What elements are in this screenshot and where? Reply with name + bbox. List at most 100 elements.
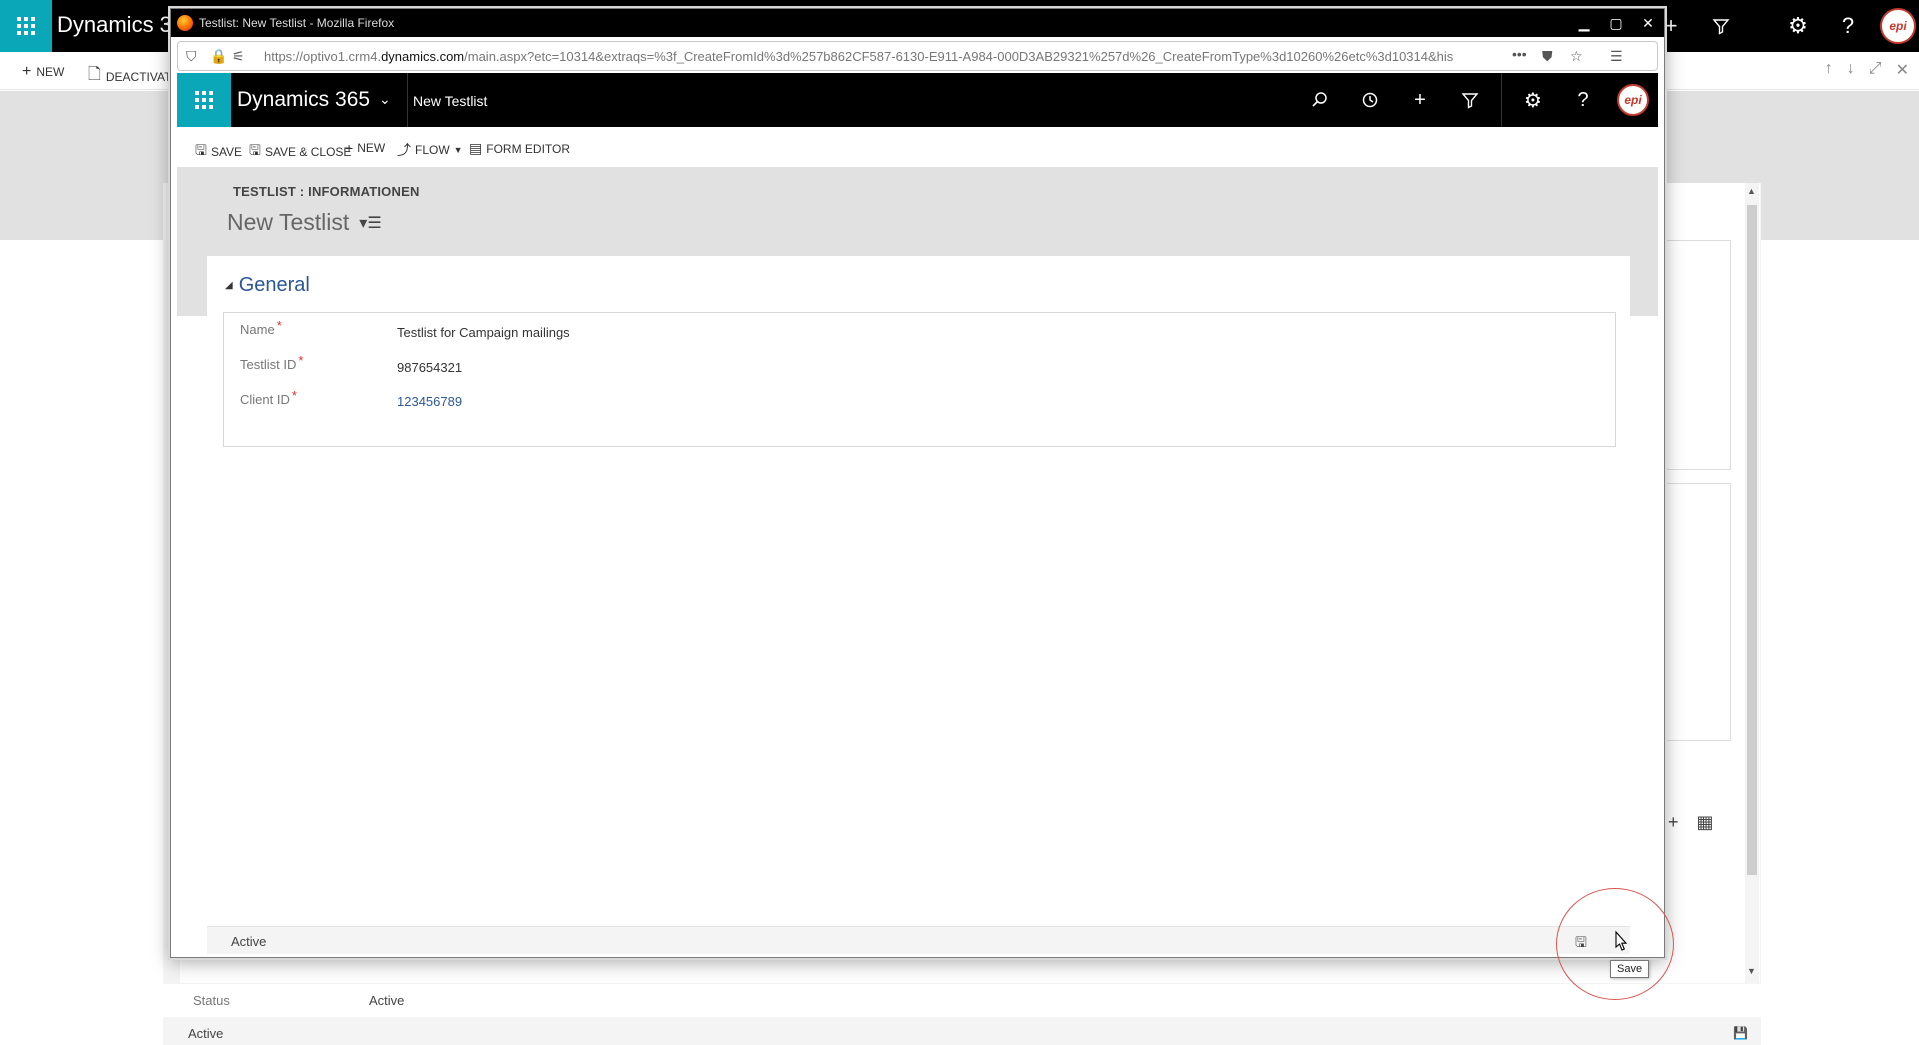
grid-view-icon[interactable]: ▦ [1697, 812, 1714, 833]
chevron-down-icon[interactable]: ⌄ [379, 91, 391, 108]
lock-icon[interactable]: 🔒 [210, 48, 227, 65]
background-help-button[interactable]: ? [1823, 0, 1873, 52]
create-record-button[interactable]: + [1395, 73, 1445, 127]
permissions-icon[interactable]: ⚟ [232, 48, 245, 65]
save-icon: 🖫 [195, 142, 207, 158]
background-footer-save-icon[interactable]: 💾 [1733, 1026, 1748, 1040]
required-indicator: * [298, 353, 304, 368]
history-icon [1362, 92, 1378, 108]
nav-divider [407, 73, 408, 127]
testlist-id-field[interactable]: 987654321 [397, 360, 462, 375]
plus-icon: + [1414, 88, 1426, 111]
close-icon[interactable]: ✕ [1896, 60, 1909, 80]
url-bar[interactable]: ⛉ 🔒 ⚟ https://optivo1.crm4.dynamics.com/… [177, 41, 1658, 71]
app-nav-bar: Dynamics 365 ⌄ New Testlist + ⚙ ? epi [177, 73, 1658, 127]
save-close-label: SAVE & CLOSE [264, 145, 352, 159]
new-button[interactable]: + NEW [345, 140, 385, 156]
pocket-icon[interactable]: ⛊ [1542, 48, 1553, 65]
scroll-up-icon[interactable]: ▲ [1747, 186, 1756, 196]
recent-records-button[interactable] [1345, 73, 1395, 127]
form-editor-button[interactable]: ▤ FORM EDITOR [469, 140, 570, 157]
background-side-panel-bottom [1663, 483, 1731, 741]
background-advanced-find-button[interactable] [1696, 0, 1746, 52]
scroll-down-icon[interactable]: ▼ [1747, 966, 1756, 976]
gear-icon: ⚙ [1788, 13, 1808, 38]
hamburger-menu-icon[interactable]: ☰ [1610, 48, 1623, 65]
maximize-button[interactable]: ▢ [1600, 9, 1632, 37]
arrow-up-icon[interactable]: ↑ [1825, 60, 1833, 80]
deactivate-icon: 🗋 [88, 66, 101, 83]
background-user-button[interactable]: epi [1873, 0, 1919, 52]
background-top-right-icons: ⚙ ? epi [1773, 0, 1919, 52]
flow-label: FLOW [415, 143, 450, 157]
avatar: epi [1880, 8, 1916, 44]
flow-icon: ⤴ [397, 142, 411, 158]
save-close-icon: 🖫 [249, 142, 261, 158]
help-button[interactable]: ? [1558, 73, 1608, 127]
app-name[interactable]: Dynamics 365 [237, 88, 370, 112]
background-app-launcher-button[interactable] [0, 0, 52, 52]
waffle-icon [17, 17, 35, 35]
required-indicator: * [291, 388, 297, 403]
app-nav-icons: + ⚙ ? epi [1295, 73, 1658, 127]
firefox-popup-window: Testlist: New Testlist - Mozilla Firefox… [170, 8, 1665, 958]
flow-button[interactable]: ⤴ FLOW ▼ [397, 140, 463, 160]
background-deactivate-button[interactable]: 🗋 DEACTIVAT [88, 63, 171, 90]
record-menu-icon[interactable]: ▾☰ [359, 213, 381, 233]
background-footer-status: Active [188, 1026, 224, 1041]
user-profile-button[interactable]: epi [1608, 73, 1658, 127]
command-bar: 🖫 SAVE 🖫 SAVE & CLOSE + NEW ⤴ FLOW ▼ ▤ F… [177, 127, 1658, 167]
form-editor-icon: ▤ [469, 140, 483, 156]
record-title-text: New Testlist [227, 209, 350, 235]
bookmark-star-icon[interactable]: ☆ [1570, 48, 1583, 65]
page-title: New Testlist ▾☰ [227, 209, 382, 236]
filter-icon [1461, 93, 1479, 109]
minimize-button[interactable]: ▁ [1568, 9, 1600, 37]
advanced-find-button[interactable] [1445, 73, 1495, 127]
shield-icon[interactable]: ⛉ [186, 48, 197, 65]
background-settings-button[interactable]: ⚙ [1773, 0, 1823, 52]
background-new-label: NEW [36, 65, 65, 79]
filter-icon [1712, 19, 1730, 35]
window-title: Testlist: New Testlist - Mozilla Firefox [199, 16, 395, 30]
url-path: /main.aspx?etc=10314&extraqs=%3f_CreateF… [464, 49, 1454, 64]
arrow-down-icon[interactable]: ↓ [1847, 60, 1855, 80]
section-header-general[interactable]: ◢ General [225, 274, 310, 297]
testlist-id-field-label: Testlist ID * [240, 353, 303, 372]
background-status-value: Active [369, 993, 405, 1008]
save-tooltip: Save [1610, 960, 1650, 978]
name-field[interactable]: Testlist for Campaign mailings [397, 325, 570, 340]
search-icon [1312, 92, 1327, 107]
maximize-icon: ▢ [1609, 14, 1623, 31]
background-scrollbar-thumb[interactable] [1747, 205, 1757, 875]
save-label: SAVE [210, 145, 243, 159]
collapse-triangle-icon: ◢ [225, 280, 233, 291]
add-icon[interactable]: + [1668, 812, 1679, 833]
settings-button[interactable]: ⚙ [1508, 73, 1558, 127]
name-label-text: Name [240, 322, 275, 337]
app-launcher-button[interactable] [177, 73, 231, 127]
page-actions-icon[interactable]: ••• [1512, 46, 1527, 62]
background-deactivate-label: DEACTIVAT [105, 69, 172, 84]
chevron-down-icon: ▼ [453, 145, 463, 155]
window-controls: ▁ ▢ ✕ [1568, 9, 1664, 37]
minimize-icon: ▁ [1578, 14, 1590, 31]
breadcrumb: New Testlist [413, 93, 488, 109]
client-id-lookup-link[interactable]: 123456789 [397, 394, 462, 409]
expand-icon[interactable]: ⤢ [1869, 60, 1882, 80]
search-button[interactable] [1295, 73, 1345, 127]
fields-section: Name * Testlist for Campaign mailings Tes… [223, 312, 1616, 447]
background-new-button[interactable]: + NEW [22, 63, 64, 81]
background-record-navigation: ↑ ↓ ⤢ ✕ [1825, 60, 1909, 80]
mouse-cursor-icon [1615, 930, 1628, 951]
save-button[interactable]: 🖫 SAVE [195, 140, 242, 164]
form-selector[interactable]: TESTLIST : INFORMATIONEN [233, 184, 420, 199]
name-field-label: Name * [240, 318, 282, 337]
url-text[interactable]: https://optivo1.crm4.dynamics.com/main.a… [264, 49, 1504, 64]
close-window-button[interactable]: ✕ [1632, 9, 1664, 37]
help-icon: ? [1841, 13, 1855, 38]
record-status: Active [231, 934, 267, 949]
help-icon: ? [1577, 88, 1589, 111]
save-and-close-button[interactable]: 🖫 SAVE & CLOSE [249, 140, 351, 164]
nav-divider [1501, 73, 1502, 127]
